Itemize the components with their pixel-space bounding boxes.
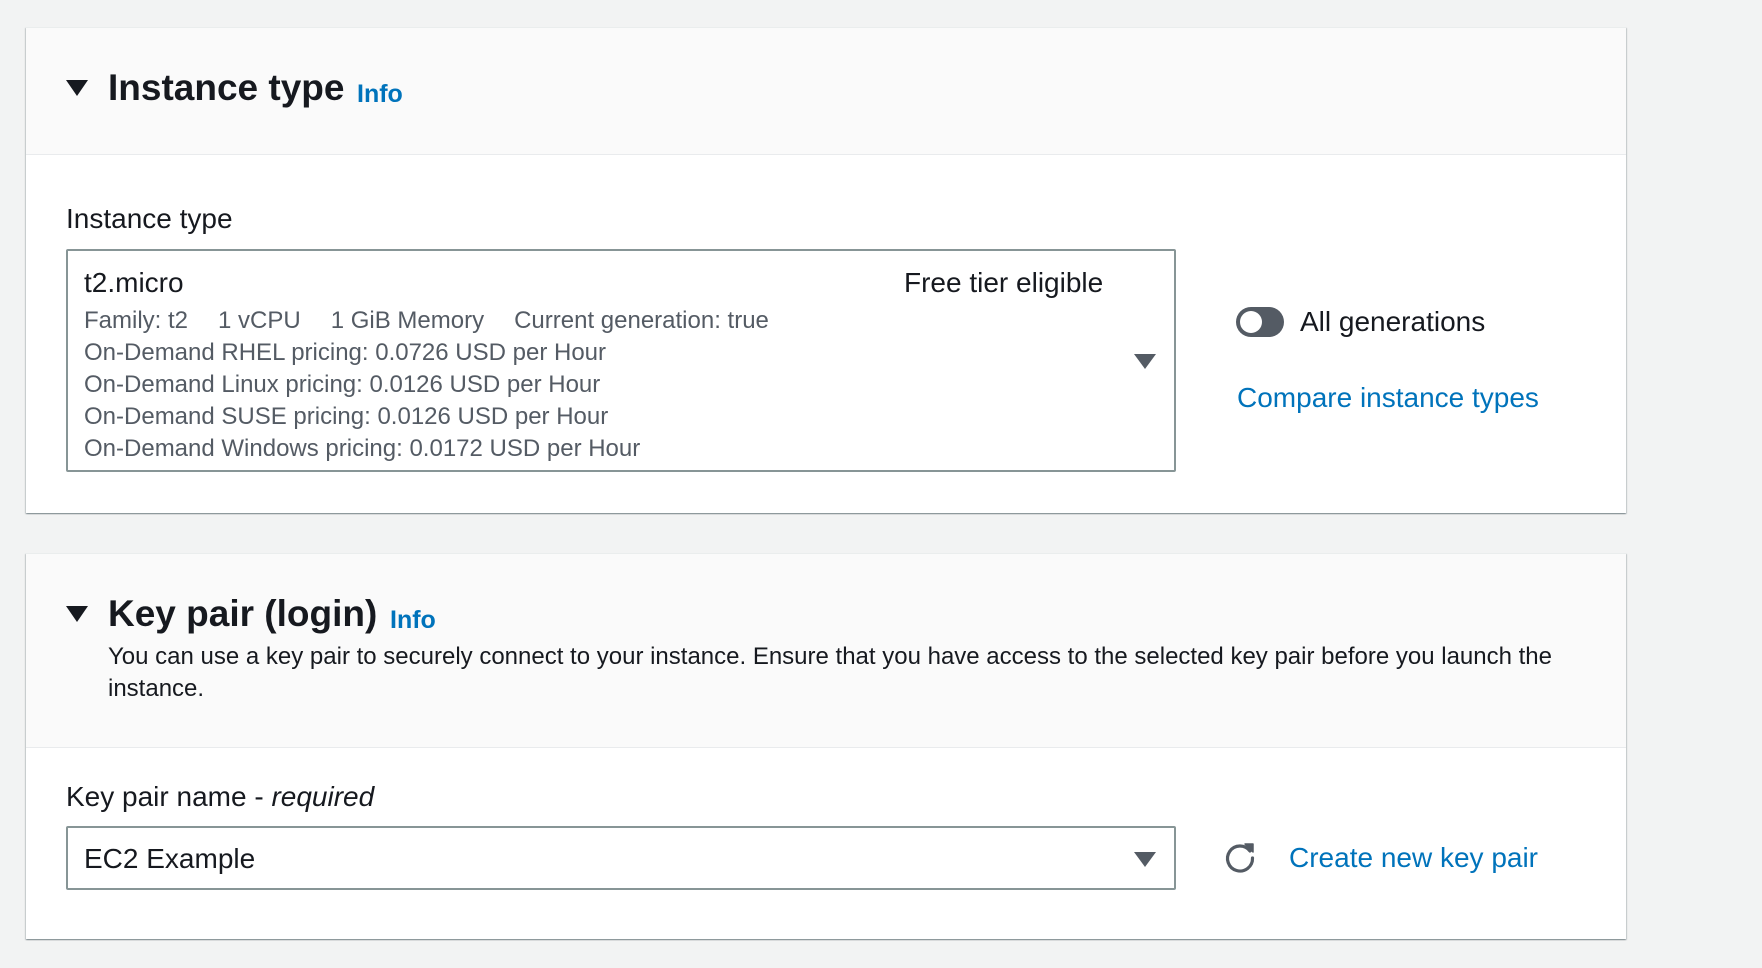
key-pair-select[interactable]: EC2 Example (66, 826, 1176, 890)
instance-type-panel: Instance type Info Instance type t2.micr… (26, 27, 1626, 513)
expand-caret-icon[interactable] (66, 606, 88, 622)
pricing-suse: On-Demand SUSE pricing: 0.0126 USD per H… (84, 403, 609, 430)
pricing-windows: On-Demand Windows pricing: 0.0172 USD pe… (84, 435, 641, 462)
key-pair-info-link[interactable]: Info (390, 606, 436, 635)
free-tier-badge: Free tier eligible (904, 267, 1104, 298)
instance-generation: Current generation: true (514, 307, 769, 334)
dropdown-arrow-icon (1134, 354, 1156, 369)
instance-memory: 1 GiB Memory (330, 307, 485, 334)
instance-type-field-label: Instance type (66, 203, 233, 234)
toggle-knob (1240, 311, 1262, 333)
instance-type-selected-name: t2.micro (84, 267, 184, 298)
required-marker: required (271, 781, 375, 812)
dropdown-arrow-icon (1134, 852, 1156, 867)
pricing-rhel: On-Demand RHEL pricing: 0.0726 USD per H… (84, 339, 607, 366)
instance-type-header[interactable]: Instance type Info (26, 28, 1626, 155)
all-generations-toggle[interactable] (1236, 307, 1284, 337)
key-pair-description: You can use a key pair to securely conne… (108, 643, 1552, 702)
compare-instance-types-link[interactable]: Compare instance types (1237, 382, 1539, 414)
key-pair-header[interactable]: Key pair (login) Info You can use a key … (26, 554, 1626, 748)
create-new-key-pair-link[interactable]: Create new key pair (1289, 842, 1538, 874)
instance-type-title: Instance type (108, 67, 345, 108)
key-pair-field-label: Key pair name - required (66, 781, 374, 813)
instance-type-meta: Family: t2 1 vCPU 1 GiB Memory Current gene… (84, 307, 769, 335)
key-pair-label-text: Key pair name (66, 781, 247, 812)
expand-caret-icon[interactable] (66, 80, 88, 96)
key-pair-panel: Key pair (login) Info You can use a key … (26, 553, 1626, 939)
key-pair-title: Key pair (login) (108, 593, 378, 634)
instance-vcpu: 1 vCPU (218, 307, 301, 334)
instance-family: Family: t2 (84, 307, 189, 334)
instance-type-info-link[interactable]: Info (357, 80, 403, 109)
key-pair-selected-value: EC2 Example (84, 843, 256, 874)
key-pair-label-sep: - (246, 781, 272, 812)
instance-type-select[interactable]: t2.micro Free tier eligible Family: t2 1 … (66, 249, 1176, 472)
all-generations-label: All generations (1300, 306, 1486, 337)
pricing-linux: On-Demand Linux pricing: 0.0126 USD per … (84, 371, 601, 398)
refresh-icon[interactable] (1222, 840, 1258, 876)
